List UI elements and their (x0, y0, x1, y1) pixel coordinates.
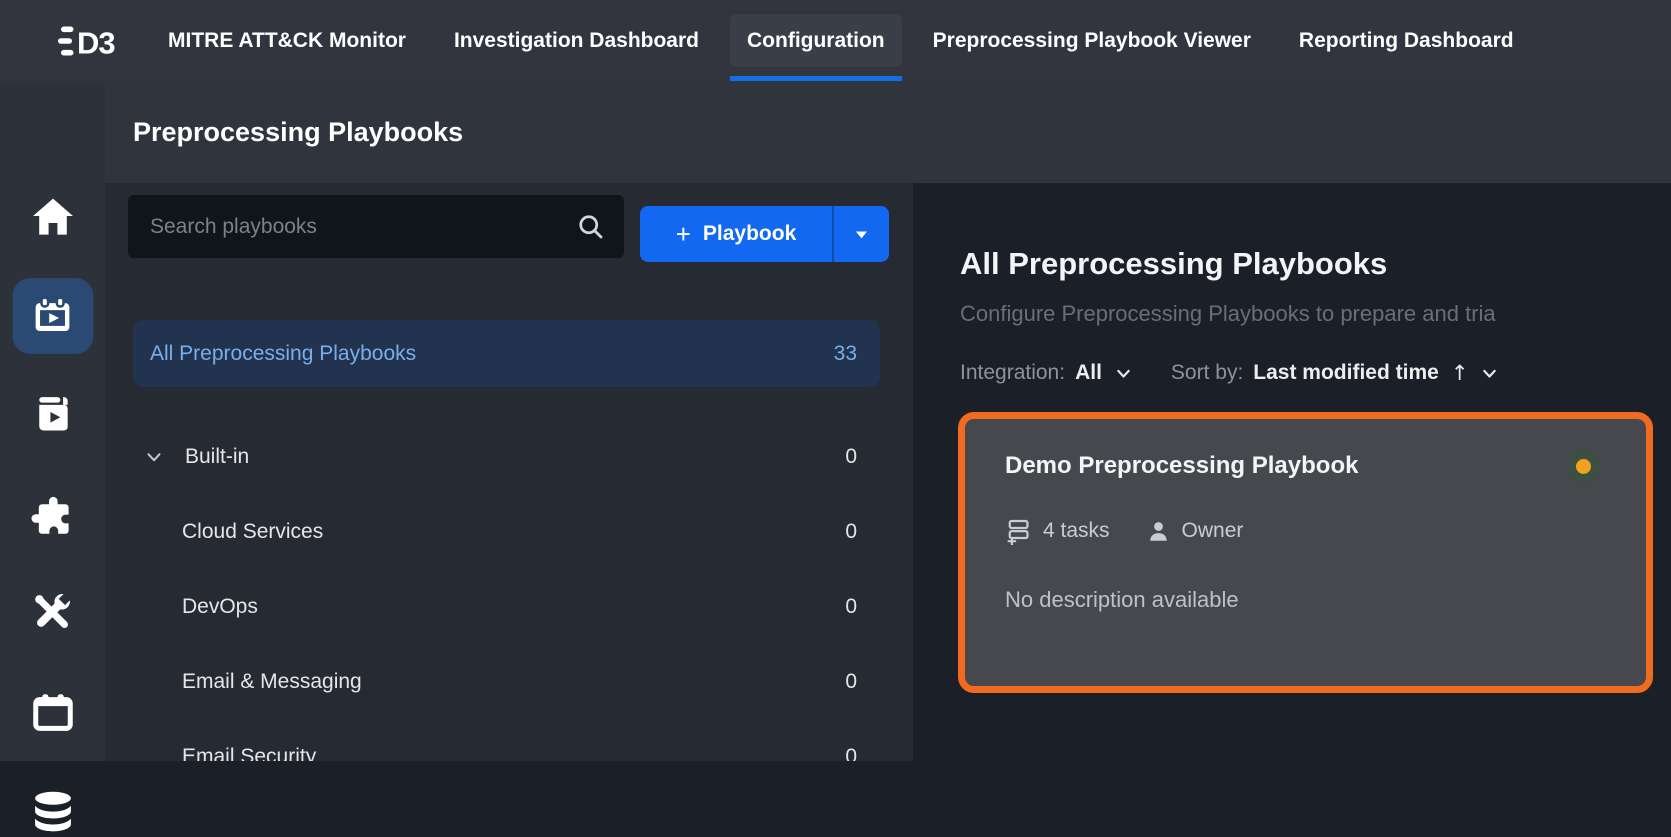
new-playbook-dropdown-button[interactable] (834, 206, 889, 262)
sort-filter-label: Sort by: (1171, 361, 1243, 385)
sidebar-item-schedule[interactable] (30, 690, 76, 736)
chevron-down-icon[interactable] (144, 447, 164, 467)
integration-filter[interactable]: Integration: All (960, 361, 1133, 385)
tab-investigation-dashboard[interactable]: Investigation Dashboard (437, 0, 716, 81)
playbook-library-icon (31, 392, 75, 436)
new-playbook-button[interactable]: + Playbook (640, 206, 832, 262)
list-item-email-security[interactable]: Email Security 0 (133, 723, 880, 761)
integration-filter-value: All (1075, 361, 1102, 385)
utilities-tools-icon (30, 590, 76, 636)
playbook-card-description: No description available (1005, 587, 1606, 613)
data-database-icon (28, 787, 78, 837)
list-item-count: 33 (834, 342, 857, 366)
list-item-count: 0 (845, 745, 857, 762)
d3-logo-icon: D3 (57, 22, 125, 60)
search-input[interactable] (128, 215, 576, 239)
playbook-card-demo-preprocessing[interactable]: Demo Preprocessing Playbook 4 tasks (958, 412, 1653, 693)
search-box (128, 195, 624, 258)
section-subtitle: Configure Preprocessing Playbooks to pre… (960, 301, 1496, 327)
status-badge (1566, 449, 1600, 483)
list-item-count: 0 (845, 595, 857, 619)
list-item-all-preprocessing-playbooks[interactable]: All Preprocessing Playbooks 33 (133, 320, 880, 387)
integrations-puzzle-icon (29, 493, 77, 541)
person-icon (1146, 519, 1171, 544)
sidebar-item-preprocessing-playbooks[interactable] (12, 278, 93, 354)
caret-down-icon (853, 226, 870, 243)
list-item-label: Email Security (182, 745, 316, 762)
sidebar-item-utilities[interactable] (30, 590, 76, 636)
list-item-cloud-services[interactable]: Cloud Services 0 (133, 498, 880, 565)
new-playbook-split-button: + Playbook (640, 206, 889, 262)
list-item-count: 0 (845, 445, 857, 469)
home-icon (30, 194, 76, 240)
status-dot (1576, 459, 1591, 474)
list-item-label: All Preprocessing Playbooks (150, 342, 416, 366)
sidebar-item-home[interactable] (30, 194, 76, 240)
sidebar-item-data[interactable] (28, 787, 78, 837)
playbook-category-list: All Preprocessing Playbooks 33 Built-in … (133, 320, 880, 761)
top-nav: D3 MITRE ATT&CK Monitor Investigation Da… (0, 0, 1671, 81)
tab-reporting-dashboard[interactable]: Reporting Dashboard (1282, 0, 1531, 81)
list-item-label: Cloud Services (182, 520, 323, 544)
sort-direction-up-icon[interactable]: ↑ (1451, 361, 1469, 385)
search-icon (576, 212, 606, 242)
section-heading: All Preprocessing Playbooks (960, 246, 1387, 282)
svg-text:D3: D3 (77, 25, 115, 60)
list-item-label: Built-in (185, 445, 249, 469)
tab-mitre-attck-monitor[interactable]: MITRE ATT&CK Monitor (151, 0, 423, 81)
filter-bar: Integration: All Sort by: Last modified … (960, 361, 1499, 385)
owner-meta: Owner (1146, 519, 1244, 544)
owner-label: Owner (1182, 519, 1244, 543)
list-item-built-in[interactable]: Built-in 0 (133, 423, 880, 490)
list-item-count: 0 (845, 670, 857, 694)
new-playbook-button-label: Playbook (703, 222, 796, 246)
sort-filter[interactable]: Sort by: Last modified time ↑ (1171, 361, 1500, 385)
tasks-count: 4 tasks (1043, 519, 1110, 543)
chevron-down-icon (1480, 364, 1499, 383)
list-item-email-messaging[interactable]: Email & Messaging 0 (133, 648, 880, 715)
integration-filter-label: Integration: (960, 361, 1065, 385)
sort-filter-value: Last modified time (1253, 361, 1439, 385)
list-item-devops[interactable]: DevOps 0 (133, 573, 880, 640)
nav-tabs: MITRE ATT&CK Monitor Investigation Dashb… (151, 0, 1545, 81)
page-title: Preprocessing Playbooks (133, 117, 463, 148)
tasks-meta: 4 tasks (1005, 517, 1110, 545)
playbook-list-panel: + Playbook All Preprocessing Playbooks 3… (105, 183, 913, 761)
playbook-detail-panel: All Preprocessing Playbooks Configure Pr… (913, 183, 1671, 761)
list-item-label: Email & Messaging (182, 670, 362, 694)
tasks-icon (1005, 517, 1032, 545)
schedule-calendar-icon (30, 690, 76, 736)
list-item-label: DevOps (182, 595, 258, 619)
page-header: Preprocessing Playbooks (105, 81, 1671, 183)
sidebar-item-integrations[interactable] (29, 493, 77, 541)
chevron-down-icon (1114, 364, 1133, 383)
tab-configuration[interactable]: Configuration (730, 0, 902, 81)
tab-preprocessing-playbook-viewer[interactable]: Preprocessing Playbook Viewer (916, 0, 1268, 81)
list-item-count: 0 (845, 520, 857, 544)
playbook-calendar-icon (31, 294, 75, 338)
d3-logo[interactable]: D3 (57, 22, 125, 60)
playbook-card-title: Demo Preprocessing Playbook (1005, 452, 1358, 480)
sidebar-rail (0, 81, 105, 761)
sidebar-item-playbook-library[interactable] (31, 392, 75, 436)
